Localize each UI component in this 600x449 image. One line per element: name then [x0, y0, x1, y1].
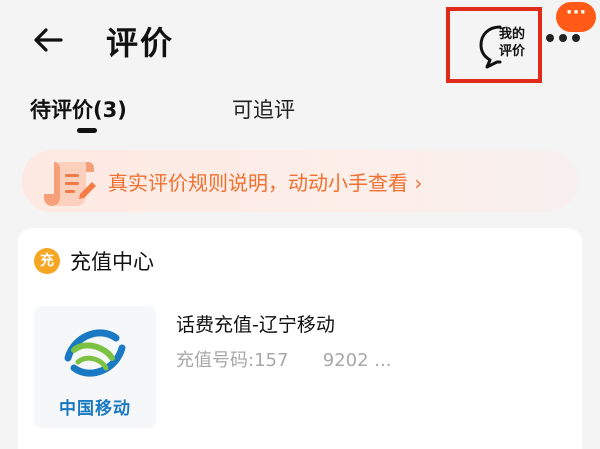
scroll-document-icon	[44, 162, 96, 206]
product-image[interactable]: 中国移动	[34, 306, 156, 428]
review-page: 评价 我的 评价 ··· 待评价(3) 可追评 真实评价规则说明，动动小手查看 …	[0, 0, 600, 449]
store-name[interactable]: 充值中心	[70, 246, 154, 276]
my-review-label: 我的 评价	[498, 27, 525, 59]
active-tab-indicator	[77, 128, 97, 133]
recharge-number: 充值号码:157 9202 ...	[176, 350, 392, 371]
top-nav-bar: 评价 我的 评价 ···	[0, 0, 600, 83]
pending-order-card: 充 充值中心 中国移动 话费充值-辽宁移动 充值号码:157 9202 ...	[18, 228, 582, 449]
review-tabs: 待评价(3) 可追评	[0, 88, 600, 136]
more-dot-icon	[559, 34, 567, 42]
tab-follow-up-review[interactable]: 可追评	[232, 94, 295, 124]
message-badge[interactable]: ···	[556, 2, 596, 32]
review-rules-link-text: 真实评价规则说明，动动小手查看 ›	[108, 171, 423, 195]
back-button[interactable]	[28, 22, 68, 58]
store-logo-icon: 充	[34, 248, 60, 274]
more-dot-icon	[572, 34, 580, 42]
back-arrow-icon	[34, 28, 63, 52]
product-title[interactable]: 话费充值-辽宁移动	[176, 310, 335, 337]
tab-pending-review[interactable]: 待评价(3)	[30, 94, 127, 124]
china-mobile-logo-icon	[64, 329, 126, 377]
brand-name-text: 中国移动	[59, 399, 131, 419]
page-title: 评价	[106, 24, 175, 62]
my-review-button[interactable]: 我的 评价	[446, 7, 542, 83]
review-rules-banner[interactable]: 真实评价规则说明，动动小手查看 ›	[22, 150, 578, 212]
more-dot-icon	[546, 34, 554, 42]
